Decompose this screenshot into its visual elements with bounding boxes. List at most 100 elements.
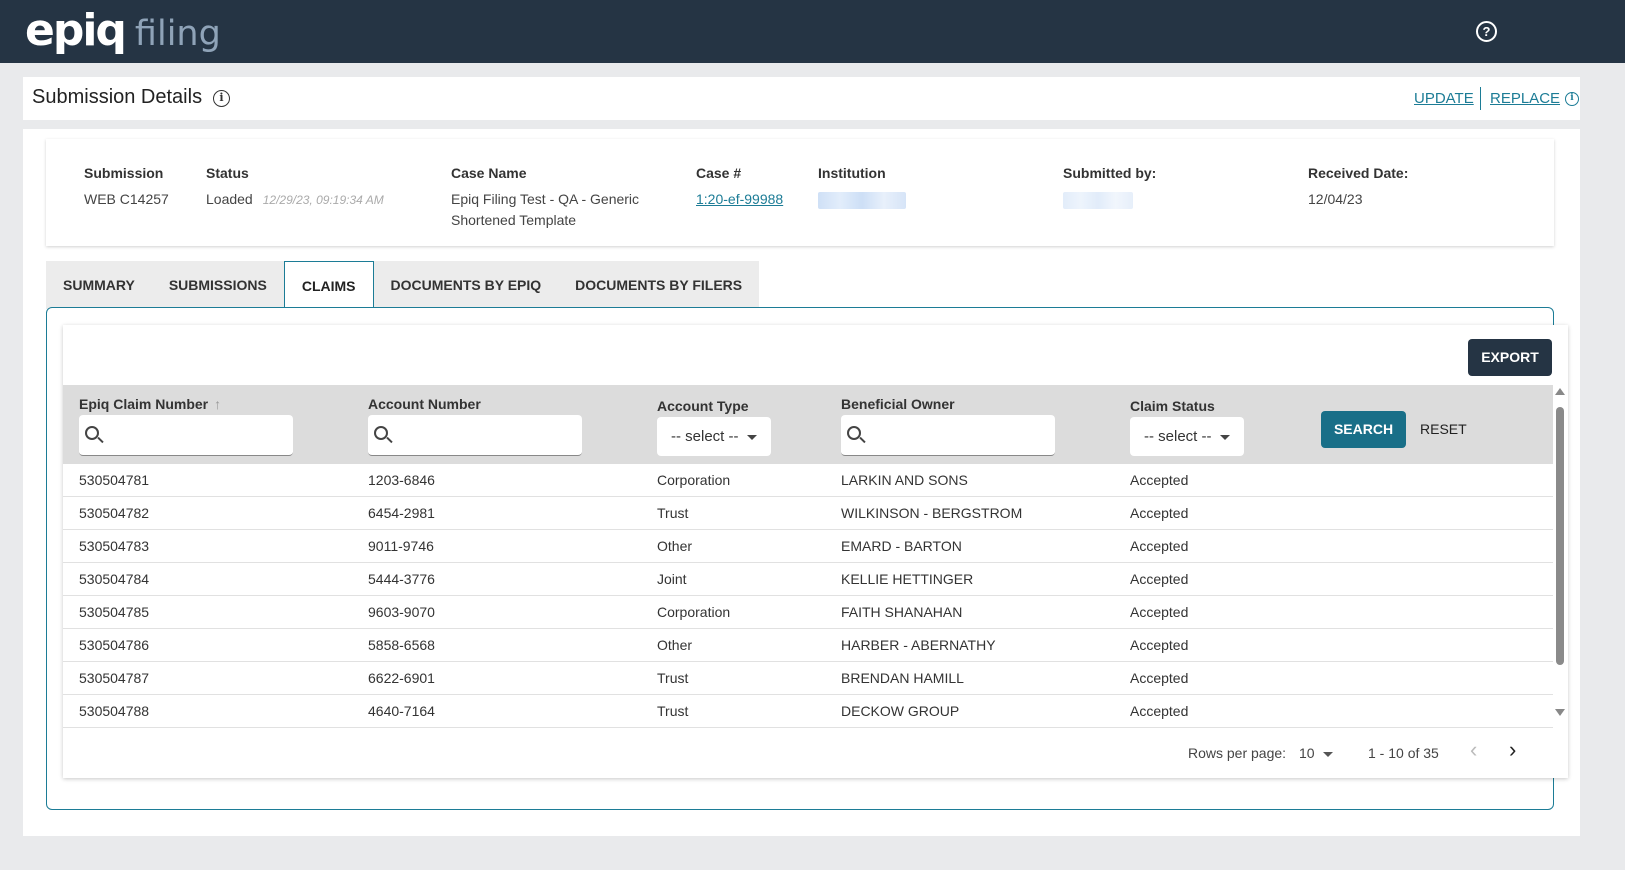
case-name-label: Case Name — [451, 165, 527, 181]
table-row[interactable]: 530504784 5444-3776 Joint KELLIE HETTING… — [63, 563, 1553, 596]
epiq-filing-logo[interactable]: epiq filing — [25, 6, 221, 56]
account-type-select[interactable]: -- select -- — [657, 417, 771, 456]
table-row[interactable]: 530504782 6454-2981 Trust WILKINSON - BE… — [63, 497, 1553, 530]
logo-epiq-text: epiq — [25, 5, 127, 56]
institution-value-row — [818, 189, 906, 210]
scroll-up-arrow-icon[interactable] — [1555, 388, 1565, 395]
status-value: Loaded — [206, 191, 253, 207]
claim-number-cell: 530504781 — [79, 472, 150, 488]
table-row[interactable]: 530504781 1203-6846 Corporation LARKIN A… — [63, 464, 1553, 497]
submission-value: WEB C14257 — [84, 191, 169, 207]
search-icon — [374, 426, 388, 440]
claim-status-select[interactable]: -- select -- — [1130, 417, 1244, 456]
beneficial-owner-cell: WILKINSON - BERGSTROM — [841, 505, 1023, 521]
received-date-label: Received Date: — [1308, 165, 1409, 181]
tab-documents-by-filers[interactable]: DOCUMENTS BY FILERS — [558, 261, 759, 309]
beneficial-owner-search-input[interactable] — [841, 415, 1055, 456]
search-icon — [847, 426, 861, 440]
scrollbar-thumb[interactable] — [1556, 407, 1564, 665]
search-button[interactable]: SEARCH — [1321, 411, 1406, 448]
table-row[interactable]: 530504786 5858-6568 Other HARBER - ABERN… — [63, 629, 1553, 662]
column-header-claim-status[interactable]: Claim Status — [1130, 398, 1215, 414]
account-number-search-input[interactable] — [368, 415, 582, 456]
beneficial-owner-cell: BRENDAN HAMILL — [841, 670, 964, 686]
column-header-account-number[interactable]: Account Number — [368, 396, 481, 412]
claim-status-cell: Accepted — [1130, 604, 1189, 620]
table-row[interactable]: 530504788 4640-7164 Trust DECKOW GROUP A… — [63, 695, 1553, 728]
rows-per-page-select[interactable]: 10 — [1299, 745, 1333, 761]
account-type-cell: Joint — [657, 571, 687, 587]
help-icon[interactable]: ? — [1476, 21, 1497, 42]
claim-status-cell: Accepted — [1130, 538, 1189, 554]
account-type-cell: Trust — [657, 703, 689, 719]
top-bar: epiq filing ? — [0, 0, 1625, 63]
export-button[interactable]: EXPORT — [1468, 339, 1552, 376]
main-content: Submission WEB C14257 Status Loaded 12/29… — [23, 129, 1580, 836]
claim-number-search-input[interactable] — [79, 415, 293, 456]
replace-link[interactable]: REPLACE — [1490, 90, 1560, 107]
claim-number-header-label: Epiq Claim Number — [79, 396, 209, 412]
rows-per-page-value: 10 — [1299, 745, 1315, 761]
next-page-icon[interactable]: › — [1509, 739, 1516, 761]
claim-number-cell: 530504782 — [79, 505, 150, 521]
account-type-cell: Other — [657, 538, 693, 554]
account-number-cell: 6622-6901 — [368, 670, 435, 686]
previous-page-icon[interactable]: ‹ — [1470, 739, 1477, 761]
table-row[interactable]: 530504783 9011-9746 Other EMARD - BARTON… — [63, 530, 1553, 563]
beneficial-owner-cell: HARBER - ABERNATHY — [841, 637, 996, 653]
account-number-cell: 6454-2981 — [368, 505, 435, 521]
chevron-down-icon — [1220, 435, 1230, 440]
account-type-cell: Other — [657, 637, 693, 653]
search-icon — [85, 426, 99, 440]
account-type-cell: Trust — [657, 670, 689, 686]
replace-info-icon[interactable]: i — [1565, 92, 1579, 106]
reset-button[interactable]: RESET — [1420, 421, 1467, 437]
claim-status-cell: Accepted — [1130, 505, 1189, 521]
pagination-range: 1 - 10 of 35 — [1368, 745, 1439, 761]
case-number-link[interactable]: 1:20-ef-99988 — [696, 189, 783, 210]
institution-field: Institution — [818, 165, 906, 210]
claim-number-cell: 530504785 — [79, 604, 150, 620]
case-number-field: Case # 1:20-ef-99988 — [696, 165, 783, 210]
column-header-account-type[interactable]: Account Type — [657, 398, 749, 414]
account-number-cell: 5858-6568 — [368, 637, 435, 653]
column-header-beneficial-owner[interactable]: Beneficial Owner — [841, 396, 955, 412]
beneficial-owner-cell: FAITH SHANAHAN — [841, 604, 963, 620]
submission-label: Submission — [84, 165, 164, 181]
link-divider — [1480, 87, 1481, 110]
claim-number-cell: 530504787 — [79, 670, 150, 686]
table-row[interactable]: 530504787 6622-6901 Trust BRENDAN HAMILL… — [63, 662, 1553, 695]
status-label: Status — [206, 165, 249, 181]
case-name-field: Case Name Epiq Filing Test - QA - Generi… — [451, 165, 676, 231]
submitted-by-redacted — [1063, 191, 1133, 209]
tab-documents-by-epiq[interactable]: DOCUMENTS BY EPIQ — [374, 261, 559, 309]
table-scrollbar[interactable] — [1553, 385, 1567, 720]
table-row[interactable]: 530504785 9603-9070 Corporation FAITH SH… — [63, 596, 1553, 629]
account-number-cell: 9603-9070 — [368, 604, 435, 620]
claims-table-card: EXPORT Epiq Claim Number ↑ Account Number… — [63, 325, 1568, 778]
info-icon[interactable]: i — [213, 90, 230, 107]
tab-submissions[interactable]: SUBMISSIONS — [152, 261, 284, 309]
institution-label: Institution — [818, 165, 886, 181]
page-header: Submission Details i UPDATE REPLACE i — [23, 77, 1580, 120]
sort-arrow-icon[interactable]: ↑ — [214, 396, 221, 412]
claim-number-cell: 530504788 — [79, 703, 150, 719]
status-timestamp: 12/29/23, 09:19:34 AM — [262, 193, 384, 207]
claim-number-cell: 530504784 — [79, 571, 150, 587]
tab-summary[interactable]: SUMMARY — [46, 261, 152, 309]
table-body: 530504781 1203-6846 Corporation LARKIN A… — [63, 464, 1553, 728]
submitted-by-label: Submitted by: — [1063, 165, 1157, 181]
account-number-cell: 9011-9746 — [368, 538, 434, 554]
beneficial-owner-cell: LARKIN AND SONS — [841, 472, 968, 488]
submitted-by-value-row — [1063, 189, 1156, 210]
scroll-down-arrow-icon[interactable] — [1555, 709, 1565, 716]
tab-claims[interactable]: CLAIMS — [283, 261, 374, 311]
update-link[interactable]: UPDATE — [1414, 90, 1474, 107]
account-number-cell: 5444-3776 — [368, 571, 435, 587]
case-number-label: Case # — [696, 165, 742, 181]
column-header-claim-number[interactable]: Epiq Claim Number ↑ — [79, 396, 221, 412]
account-type-select-value: -- select -- — [671, 428, 739, 445]
submitted-by-field: Submitted by: — [1063, 165, 1156, 210]
account-type-cell: Corporation — [657, 472, 731, 488]
case-name-value: Epiq Filing Test - QA - Generic Shortene… — [451, 191, 640, 228]
